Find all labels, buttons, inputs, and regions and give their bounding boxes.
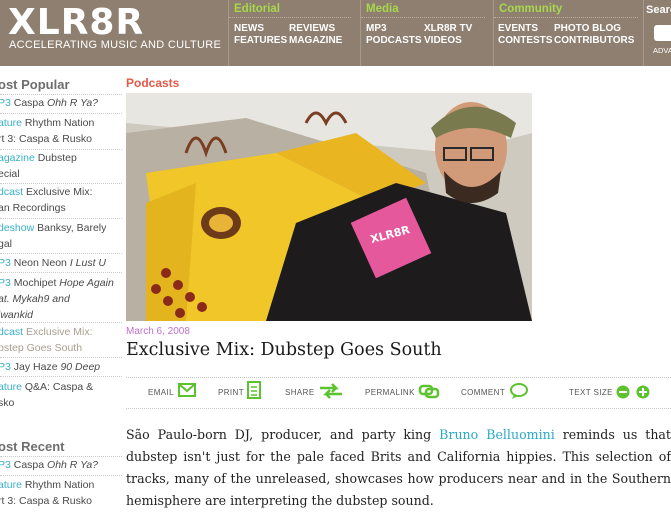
popular-item[interactable]: P3 Mochipet Hope Again at. Mykah9 and iwan…	[0, 275, 122, 323]
site-tagline: ACCELERATING MUSIC AND CULTURE	[9, 39, 222, 51]
nav-contributors[interactable]: CONTRIBUTORS	[554, 35, 634, 47]
most-popular-heading: ost Popular	[0, 77, 70, 92]
most-recent-heading: ost Recent	[0, 439, 65, 454]
article-photo: XLR8R	[126, 93, 532, 321]
text-size-label: TEXT SIZE	[569, 388, 613, 397]
nav-xlr8r-tv[interactable]: XLR8R TV	[424, 23, 472, 35]
popular-item[interactable]: P3 Jay Haze 90 Deep	[0, 359, 122, 375]
recent-item[interactable]: ature Rhythm Nation rt 3: Caspa & Rusko	[0, 477, 122, 509]
popular-item[interactable]: P3 Caspa Ohh R Ya?	[0, 95, 122, 111]
nav-features[interactable]: FEATURES	[234, 35, 287, 47]
permalink-icon[interactable]	[418, 383, 440, 399]
nav-magazine[interactable]: MAGAZINE	[289, 35, 342, 47]
nav-contests[interactable]: CONTESTS	[498, 35, 552, 47]
site-logo[interactable]: XLR8R	[8, 2, 144, 43]
popular-item-current[interactable]: dcast Exclusive Mix: bstep Goes South	[0, 324, 122, 356]
share-icon[interactable]	[318, 383, 344, 399]
popular-item[interactable]: ature Rhythm Nation rt 3: Caspa & Rusko	[0, 115, 122, 147]
sidebar-divider	[0, 376, 122, 377]
nav-heading-media[interactable]: Media	[366, 3, 399, 15]
popular-item[interactable]: ature Q&A: Caspa & sko	[0, 379, 122, 411]
nav-divider	[361, 17, 485, 18]
nav-heading-editorial[interactable]: Editorial	[234, 3, 280, 15]
nav-mp3[interactable]: MP3	[366, 23, 387, 35]
sidebar-divider	[0, 357, 122, 358]
nav-podcasts[interactable]: PODCASTS	[366, 35, 422, 47]
nav-divider	[494, 17, 638, 18]
section-label[interactable]: Podcasts	[126, 76, 179, 90]
popular-item[interactable]: deshow Banksy, Barely gal	[0, 220, 122, 252]
search-input[interactable]	[654, 25, 671, 41]
site-header: XLR8R ACCELERATING MUSIC AND CULTURE Edi…	[0, 0, 671, 66]
article-toolbar: EMAIL PRINT SHARE PERMALINK COMMENT TEXT…	[126, 377, 671, 409]
popular-item[interactable]: dcast Exclusive Mix: an Recordings	[0, 184, 122, 216]
sidebar-divider	[0, 272, 122, 273]
email-icon[interactable]	[178, 383, 196, 397]
comment-icon[interactable]	[509, 382, 529, 400]
increase-text-icon[interactable]	[636, 385, 650, 399]
comment-button[interactable]: COMMENT	[461, 388, 505, 397]
nav-divider	[229, 17, 351, 18]
decrease-text-icon[interactable]	[616, 385, 630, 399]
article-date: March 6, 2008	[126, 326, 190, 337]
nav-photo-blog[interactable]: PHOTO BLOG	[554, 23, 621, 35]
permalink-button[interactable]: PERMALINK	[365, 388, 415, 397]
nav-events[interactable]: EVENTS	[498, 23, 538, 35]
nav-heading-community[interactable]: Community	[499, 3, 562, 15]
nav-group-media: Media MP3 XLR8R TV PODCASTS VIDEOS	[360, 0, 491, 66]
nav-news[interactable]: NEWS	[234, 23, 264, 35]
email-button[interactable]: EMAIL	[148, 388, 174, 397]
recent-item[interactable]: P3 Caspa Ohh R Ya?	[0, 457, 122, 473]
print-icon[interactable]	[247, 381, 261, 399]
nav-group-community: Community EVENTS PHOTO BLOG CONTESTS CON…	[493, 0, 644, 66]
nav-group-editorial: Editorial NEWS REVIEWS FEATURES MAGAZINE	[228, 0, 357, 66]
sidebar-divider	[0, 218, 122, 219]
nav-videos[interactable]: VIDEOS	[424, 35, 462, 47]
sidebar-divider	[0, 475, 122, 476]
article-body: São Paulo-born DJ, producer, and party k…	[126, 427, 671, 508]
share-button[interactable]: SHARE	[285, 388, 315, 397]
article-title: Exclusive Mix: Dubstep Goes South	[126, 340, 442, 360]
artist-link[interactable]: Bruno Belluomini	[439, 427, 555, 442]
print-button[interactable]: PRINT	[218, 388, 244, 397]
sidebar-divider	[0, 253, 122, 254]
search-label: Searc	[646, 4, 671, 16]
nav-reviews[interactable]: REVIEWS	[289, 23, 335, 35]
sidebar-divider	[0, 113, 122, 114]
sidebar-divider	[0, 322, 122, 323]
popular-item[interactable]: agazine Dubstep ecial	[0, 150, 122, 182]
advanced-search-link[interactable]: ADVA	[653, 46, 671, 55]
popular-item[interactable]: P3 Neon Neon I Lust U	[0, 255, 122, 271]
